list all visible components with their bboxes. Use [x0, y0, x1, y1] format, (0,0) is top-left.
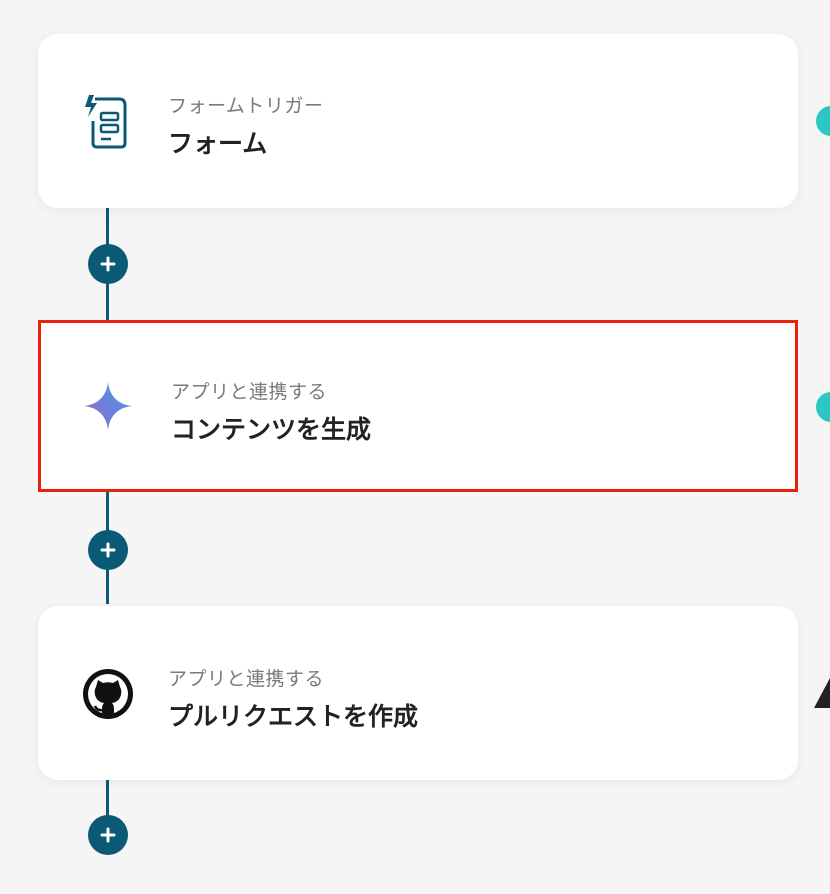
- status-ok-icon[interactable]: [816, 106, 830, 136]
- step-subtitle: アプリと連携する: [171, 381, 328, 403]
- step-card-form-trigger[interactable]: フォームトリガー フォーム: [38, 34, 798, 208]
- form-trigger-icon: [80, 93, 136, 149]
- step-subtitle: アプリと連携する: [168, 668, 325, 690]
- github-icon: [80, 666, 136, 722]
- step-title: プルリクエストを作成: [168, 702, 419, 731]
- warning-icon[interactable]: [814, 678, 830, 708]
- flow-connector: [106, 780, 109, 820]
- status-ok-icon[interactable]: [816, 392, 830, 422]
- step-card-create-pull-request[interactable]: アプリと連携する プルリクエストを作成: [38, 606, 798, 780]
- add-step-button[interactable]: [88, 815, 128, 855]
- plus-icon: [100, 542, 116, 558]
- plus-icon: [100, 827, 116, 843]
- step-card-generate-content[interactable]: アプリと連携する コンテンツを生成: [38, 320, 798, 492]
- plus-icon: [100, 256, 116, 272]
- step-title: コンテンツを生成: [171, 415, 372, 444]
- step-title: フォーム: [168, 129, 268, 158]
- add-step-button[interactable]: [88, 530, 128, 570]
- step-subtitle: フォームトリガー: [168, 95, 324, 117]
- gemini-sparkle-icon: [80, 378, 136, 434]
- add-step-button[interactable]: [88, 244, 128, 284]
